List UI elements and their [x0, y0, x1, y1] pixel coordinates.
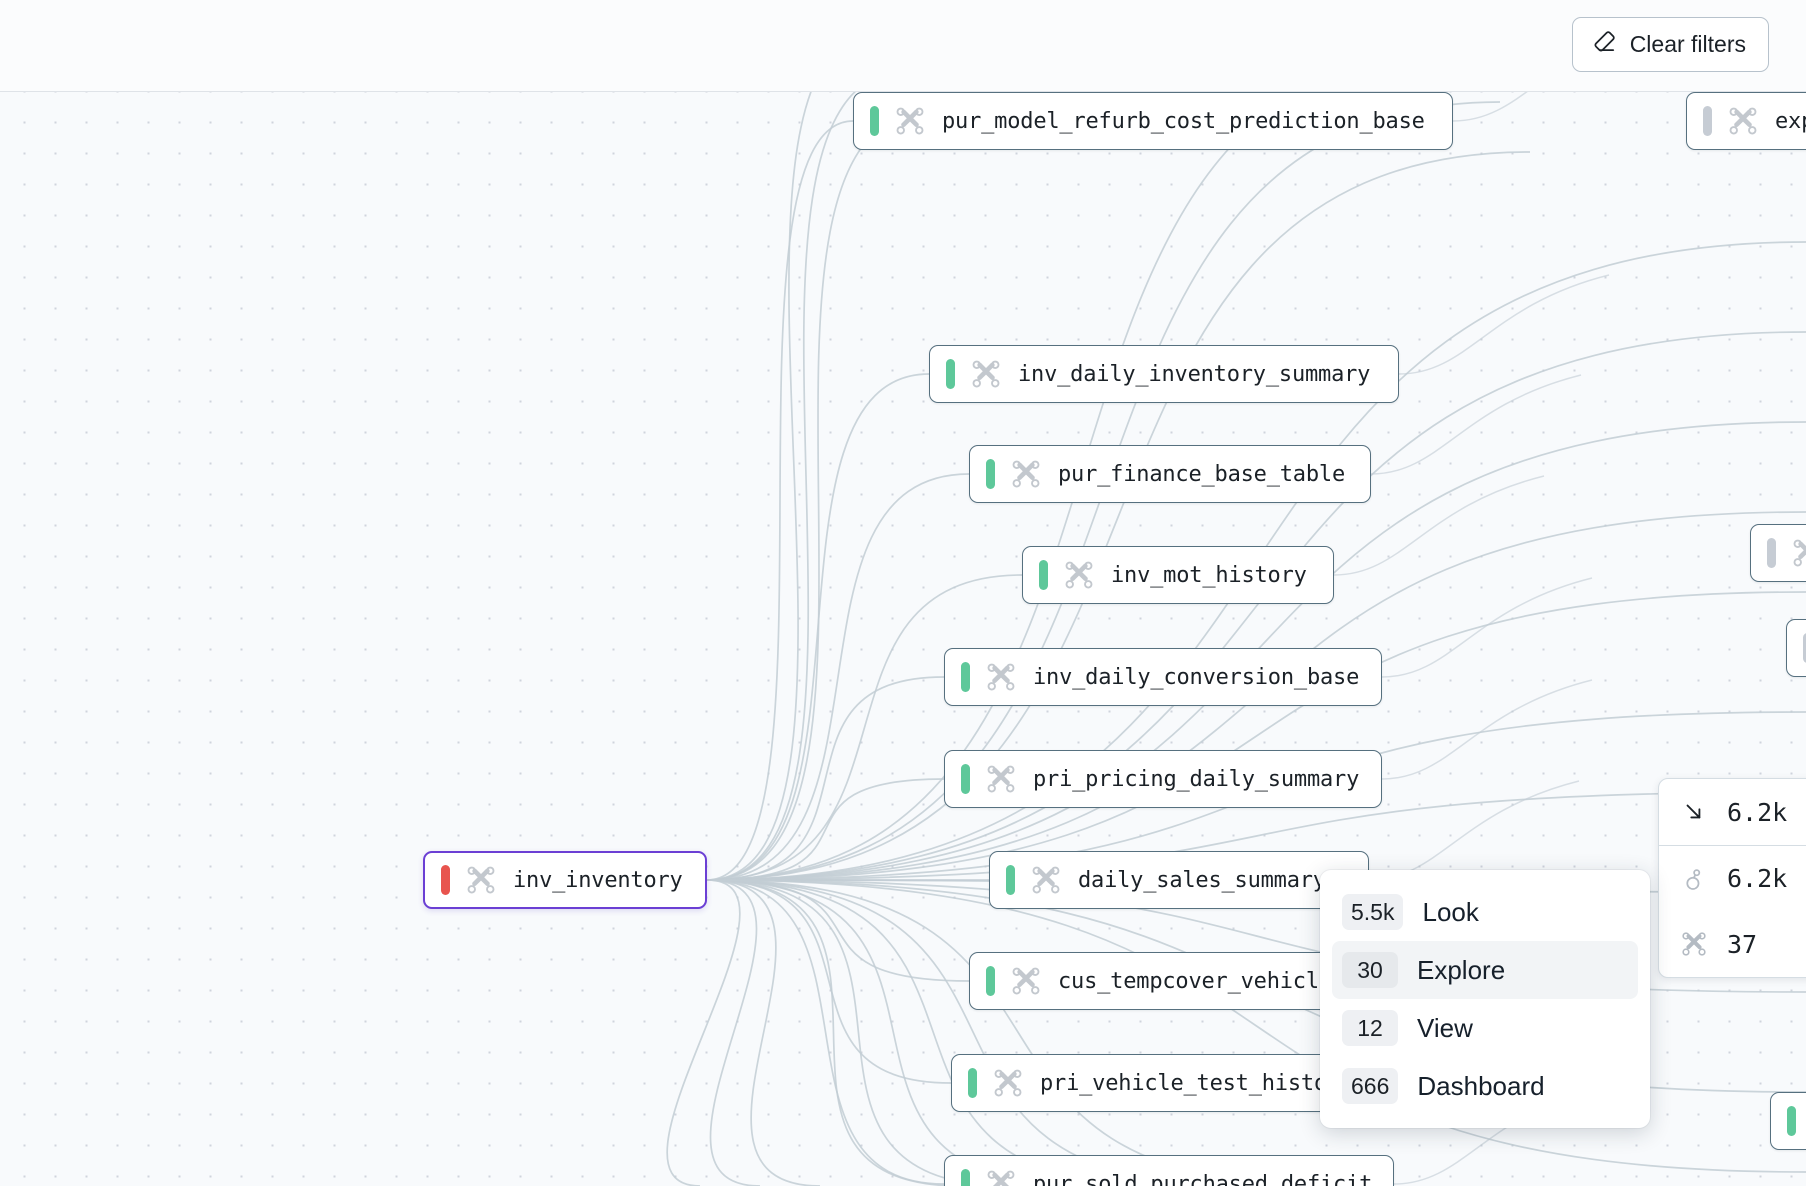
stat-value: 37: [1727, 929, 1758, 959]
dbt-icon: [896, 107, 924, 135]
graph-node-exp_partial[interactable]: exp: [1686, 92, 1806, 150]
menu-item-label: View: [1417, 1012, 1473, 1043]
node-label: pri_vehicle_test_history: [1040, 1070, 1354, 1096]
dbt-icon: [1012, 967, 1040, 995]
graph-node-inv_daily_conversion_base[interactable]: inv_daily_conversion_base: [944, 648, 1382, 706]
graph-node-daily_sales_summary[interactable]: daily_sales_summary: [989, 851, 1369, 909]
node-status-indicator: [986, 459, 995, 489]
graph-node-right_partial_1[interactable]: [1750, 524, 1806, 582]
node-status-indicator: [1787, 1106, 1796, 1136]
menu-item-label: Explore: [1417, 954, 1506, 985]
node-label: inv_mot_history: [1111, 562, 1307, 588]
node-status-indicator: [986, 966, 995, 996]
node-status-indicator: [961, 764, 970, 794]
clear-filters-label: Clear filters: [1629, 31, 1746, 57]
dbt-icon: [1065, 561, 1093, 589]
node-stats-panel[interactable]: 6.2k 6.2k 37: [1658, 778, 1806, 978]
menu-item-label: Dashboard: [1417, 1070, 1545, 1101]
menu-item-count: 5.5k: [1342, 894, 1404, 930]
menu-item-count: 12: [1342, 1010, 1398, 1046]
node-label: inv_daily_inventory_summary: [1018, 361, 1371, 387]
stat-row-dbt[interactable]: 37: [1659, 911, 1806, 977]
node-status-indicator: [946, 359, 955, 389]
graph-node-right_partial_2[interactable]: [1786, 619, 1806, 677]
lineage-graph-app: Clear filters pur_model_refurb_cost_pred…: [0, 0, 1806, 1186]
node-label: pur_finance_base_table: [1058, 461, 1345, 487]
node-status-indicator: [1703, 106, 1712, 136]
dbt-icon: [994, 1069, 1022, 1097]
graph-node-pur_finance_base_table[interactable]: pur_finance_base_table: [969, 445, 1371, 503]
graph-node-pri_pricing_daily_summary[interactable]: pri_pricing_daily_summary: [944, 750, 1382, 808]
dbt-icon: [467, 866, 495, 894]
toolbar-header: Clear filters: [0, 0, 1806, 92]
node-status-indicator: [870, 106, 879, 136]
dbt-icon: [1012, 460, 1040, 488]
node-status-indicator: [961, 1169, 970, 1186]
arrow-down-right-icon: [1679, 799, 1709, 825]
menu-item-count: 30: [1342, 952, 1398, 988]
stat-value: 6.2k: [1727, 864, 1788, 893]
node-label: pri_pricing_daily_summary: [1033, 766, 1360, 792]
node-status-indicator: [968, 1068, 977, 1098]
menu-item-label: Look: [1422, 896, 1479, 927]
menu-item-explore[interactable]: 30 Explore: [1332, 941, 1638, 999]
node-label: exp: [1775, 108, 1806, 134]
graph-canvas[interactable]: pur_model_refurb_cost_prediction_base exp…: [0, 92, 1806, 1186]
node-context-menu[interactable]: 5.5k Look 30 Explore 12 View 666 Dashboard: [1320, 870, 1650, 1128]
stat-value: 6.2k: [1727, 797, 1788, 827]
dbt-icon: [1679, 931, 1709, 957]
eraser-icon: [1591, 29, 1617, 61]
dbt-icon: [1729, 107, 1757, 135]
node-status-indicator: [1006, 865, 1015, 895]
menu-item-view[interactable]: 12 View: [1332, 999, 1638, 1057]
dbt-icon: [972, 360, 1000, 388]
menu-item-dashboard[interactable]: 666 Dashboard: [1332, 1057, 1638, 1115]
node-status-indicator: [1767, 538, 1776, 568]
node-status-indicator: [1039, 560, 1048, 590]
graph-node-right_partial_3[interactable]: [1770, 1092, 1806, 1150]
graph-node-pur_model_refurb_cost_prediction_base[interactable]: pur_model_refurb_cost_prediction_base: [853, 92, 1453, 150]
dbt-icon: [1793, 539, 1806, 567]
menu-item-count: 666: [1342, 1068, 1399, 1104]
node-status-indicator: [441, 865, 450, 895]
dbt-icon: [1032, 866, 1060, 894]
graph-node-inv_mot_history[interactable]: inv_mot_history: [1022, 546, 1334, 604]
graph-node-cus_tempcover_vehicle[interactable]: cus_tempcover_vehicle: [969, 952, 1369, 1010]
stat-row-looker[interactable]: 6.2k: [1659, 845, 1806, 911]
node-label: daily_sales_summary: [1078, 867, 1326, 893]
stat-row-arrow-down-right[interactable]: 6.2k: [1659, 779, 1806, 845]
clear-filters-button[interactable]: Clear filters: [1571, 17, 1769, 72]
graph-node-inv_daily_inventory_summary[interactable]: inv_daily_inventory_summary: [929, 345, 1399, 403]
dbt-icon: [987, 663, 1015, 691]
looker-icon: [1679, 866, 1709, 892]
node-status-indicator: [961, 662, 970, 692]
dbt-icon: [987, 1170, 1015, 1186]
graph-node-pri_vehicle_test_history[interactable]: pri_vehicle_test_history: [951, 1054, 1381, 1112]
graph-node-inv_inventory[interactable]: inv_inventory: [423, 851, 707, 909]
graph-node-pur_sold_purchased_deficit[interactable]: pur_sold_purchased_deficit: [944, 1155, 1394, 1186]
node-label: inv_inventory: [513, 867, 683, 893]
node-label: pur_model_refurb_cost_prediction_base: [942, 108, 1425, 134]
dbt-icon: [987, 765, 1015, 793]
menu-item-look[interactable]: 5.5k Look: [1332, 883, 1638, 941]
node-label: cus_tempcover_vehicle: [1058, 968, 1332, 994]
node-label: pur_sold_purchased_deficit: [1033, 1171, 1373, 1186]
node-label: inv_daily_conversion_base: [1033, 664, 1360, 690]
